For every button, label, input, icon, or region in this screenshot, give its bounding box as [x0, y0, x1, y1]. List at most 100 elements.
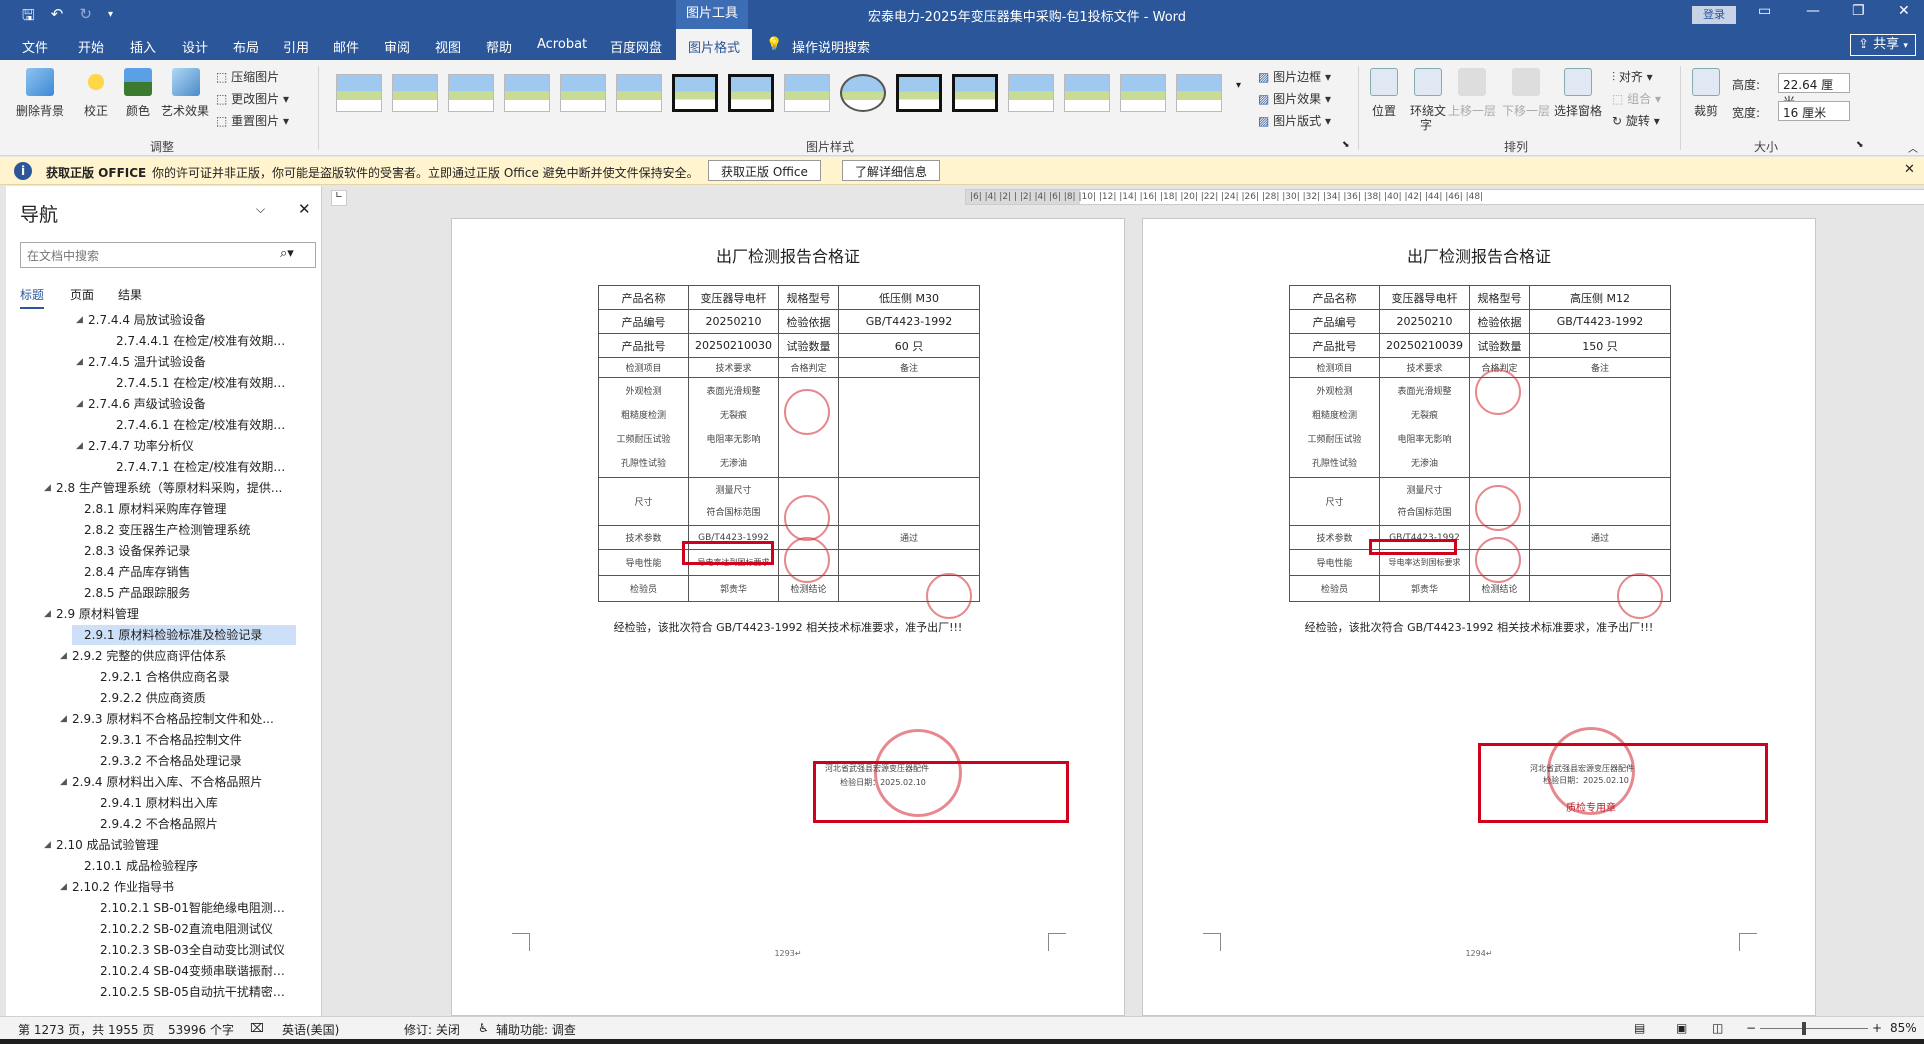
- artistic-effects-button[interactable]: 艺术效果: [161, 102, 209, 119]
- read-mode-icon[interactable]: ▤: [1634, 1021, 1645, 1035]
- tab-design[interactable]: 设计: [182, 37, 208, 56]
- word-count[interactable]: 53996 个字: [168, 1021, 234, 1038]
- send-backward-button[interactable]: 下移一层: [1502, 102, 1550, 119]
- picture-style-thumbnail[interactable]: [448, 74, 494, 112]
- page-1294[interactable]: 出厂检测报告合格证 产品名称 变压器导电杆 规格型号 高压侧 M12 产品编号 …: [1142, 218, 1816, 1016]
- nav-heading-item[interactable]: 2.10.2.4 SB-04变频串联谐振耐压...: [88, 961, 296, 981]
- close-pane-icon[interactable]: ✕: [298, 200, 311, 218]
- corrections-button[interactable]: 校正: [84, 102, 108, 119]
- chevron-down-icon[interactable]: ⌵: [256, 202, 265, 217]
- picture-effects-button[interactable]: ▨ 图片效果 ▾: [1258, 90, 1331, 107]
- collapse-triangle-icon[interactable]: ◢: [76, 436, 83, 456]
- picture-style-thumbnail[interactable]: [560, 74, 606, 112]
- nav-heading-item[interactable]: ◢ 2.7.4.5 温升试验设备: [76, 352, 296, 372]
- share-button[interactable]: ⇪ 共享 ▾: [1850, 34, 1916, 56]
- print-layout-icon[interactable]: ▣: [1676, 1021, 1687, 1035]
- tell-me-search[interactable]: 操作说明搜索: [792, 37, 870, 56]
- nav-heading-item[interactable]: 2.8.5 产品跟踪服务: [72, 583, 296, 603]
- nav-heading-item[interactable]: 2.8.2 变压器生产检测管理系统: [72, 520, 296, 540]
- tab-review[interactable]: 审阅: [384, 37, 410, 56]
- nav-heading-item[interactable]: ◢ 2.9 原材料管理: [44, 604, 296, 624]
- nav-heading-item[interactable]: ◢ 2.10 成品试验管理: [44, 835, 296, 855]
- get-genuine-button[interactable]: 获取正版 Office: [708, 160, 821, 181]
- nav-heading-item[interactable]: ◢ 2.7.4.4 局放试验设备: [76, 310, 296, 330]
- nav-heading-item[interactable]: 2.7.4.6.1 在检定/校准有效期内...: [104, 415, 296, 435]
- ribbon-display-icon[interactable]: ▭: [1758, 3, 1771, 19]
- picture-style-thumbnail[interactable]: [336, 74, 382, 112]
- bring-forward-button[interactable]: 上移一层: [1448, 102, 1496, 119]
- nav-heading-item[interactable]: 2.8.4 产品库存销售: [72, 562, 296, 582]
- close-window-icon[interactable]: ✕: [1898, 3, 1910, 19]
- horizontal-ruler[interactable]: |6| |4| |2| | |2| |4| |6| |8| |10| |12| …: [965, 189, 1924, 205]
- nav-heading-item[interactable]: 2.9.2.2 供应商资质: [88, 688, 296, 708]
- picture-style-thumbnail[interactable]: [896, 74, 942, 112]
- nav-heading-item[interactable]: 2.9.3.1 不合格品控制文件: [88, 730, 296, 750]
- zoom-out-icon[interactable]: −: [1746, 1021, 1756, 1035]
- nav-heading-item[interactable]: 2.9.4.2 不合格品照片: [88, 814, 296, 834]
- collapse-triangle-icon[interactable]: ◢: [44, 835, 51, 855]
- tab-acrobat[interactable]: Acrobat: [537, 37, 587, 52]
- collapse-triangle-icon[interactable]: ◢: [60, 646, 67, 666]
- collapse-ribbon-icon[interactable]: ︿: [1908, 140, 1918, 155]
- tab-selector-icon[interactable]: ∟: [331, 190, 347, 206]
- color-icon[interactable]: [124, 68, 152, 96]
- collapse-triangle-icon[interactable]: ◢: [60, 709, 67, 729]
- remove-background-button[interactable]: 删除背景: [16, 102, 64, 119]
- tab-layout[interactable]: 布局: [233, 37, 259, 56]
- picture-style-thumbnail[interactable]: [392, 74, 438, 112]
- nav-heading-item[interactable]: 2.10.1 成品检验程序: [72, 856, 296, 876]
- search-icon[interactable]: ⌕▾: [280, 246, 294, 261]
- nav-heading-item[interactable]: 2.10.2.3 SB-03全自动变比测试仪: [88, 940, 296, 960]
- nav-heading-item[interactable]: 2.7.4.5.1 在检定/校准有效期内...: [104, 373, 296, 393]
- track-changes[interactable]: 修订: 关闭: [404, 1021, 460, 1038]
- nav-heading-item[interactable]: ◢ 2.7.4.6 声级试验设备: [76, 394, 296, 414]
- zoom-level[interactable]: 85%: [1890, 1021, 1917, 1035]
- picture-style-thumbnail[interactable]: [840, 74, 886, 112]
- tab-mailings[interactable]: 邮件: [333, 37, 359, 56]
- tab-references[interactable]: 引用: [283, 37, 309, 56]
- proofing-icon[interactable]: ⌧: [250, 1021, 264, 1035]
- nav-heading-item[interactable]: 2.10.2.1 SB-01智能绝缘电阻测试仪: [88, 898, 296, 918]
- collapse-triangle-icon[interactable]: ◢: [44, 604, 51, 624]
- rotate-button[interactable]: ↻ 旋转 ▾: [1612, 112, 1660, 129]
- nav-heading-item[interactable]: 2.8.1 原材料采购库存管理: [72, 499, 296, 519]
- tab-headings[interactable]: 标题: [20, 286, 45, 309]
- tab-file[interactable]: 文件: [22, 37, 48, 56]
- crop-button[interactable]: 裁剪: [1694, 102, 1718, 119]
- wrap-text-icon[interactable]: [1414, 68, 1442, 96]
- selection-pane-icon[interactable]: [1564, 68, 1592, 96]
- tab-baidu-netdisk[interactable]: 百度网盘: [610, 37, 662, 56]
- position-icon[interactable]: [1370, 68, 1398, 96]
- nav-heading-item[interactable]: ◢ 2.9.2 完整的供应商评估体系: [60, 646, 296, 666]
- picture-style-thumbnail[interactable]: [728, 74, 774, 112]
- learn-more-button[interactable]: 了解详细信息: [842, 160, 941, 181]
- picture-style-thumbnail[interactable]: [672, 74, 718, 112]
- tab-help[interactable]: 帮助: [486, 37, 512, 56]
- collapse-triangle-icon[interactable]: ◢: [76, 352, 83, 372]
- picture-style-thumbnail[interactable]: [616, 74, 662, 112]
- nav-heading-item[interactable]: ◢ 2.7.4.7 功率分析仪: [76, 436, 296, 456]
- nav-heading-item[interactable]: 2.10.2.2 SB-02直流电阻测试仪: [88, 919, 296, 939]
- selection-pane-button[interactable]: 选择窗格: [1554, 102, 1602, 119]
- zoom-slider[interactable]: [1760, 1028, 1868, 1029]
- picture-layout-button[interactable]: ▨ 图片版式 ▾: [1258, 112, 1331, 129]
- nav-heading-item[interactable]: 2.9.1 原材料检验标准及检验记录: [72, 625, 296, 645]
- page-1293[interactable]: 出厂检测报告合格证 产品名称 变压器导电杆 规格型号 低压侧 M30 产品编号 …: [451, 218, 1125, 1016]
- sun-icon[interactable]: [82, 68, 110, 96]
- nav-search-input[interactable]: 在文档中搜索: [20, 242, 316, 268]
- dialog-launcher-icon[interactable]: ⬊: [1342, 140, 1350, 150]
- tab-view[interactable]: 视图: [435, 37, 461, 56]
- nav-heading-item[interactable]: ◢ 2.8 生产管理系统（等原材料采购，提供...: [44, 478, 296, 498]
- page-count[interactable]: 第 1273 页，共 1955 页: [18, 1021, 154, 1038]
- bring-forward-icon[interactable]: [1458, 68, 1486, 96]
- tab-insert[interactable]: 插入: [130, 37, 156, 56]
- nav-heading-item[interactable]: 2.10.2.5 SB-05自动抗干扰精密介...: [88, 982, 296, 1002]
- nav-heading-item[interactable]: 2.8.3 设备保养记录: [72, 541, 296, 561]
- picture-style-thumbnail[interactable]: [504, 74, 550, 112]
- tab-results[interactable]: 结果: [118, 286, 142, 303]
- picture-style-thumbnail[interactable]: [1008, 74, 1054, 112]
- gallery-more-icon[interactable]: ▾: [1236, 80, 1241, 91]
- color-button[interactable]: 颜色: [126, 102, 150, 119]
- group-button[interactable]: ⬚ 组合 ▾: [1612, 90, 1661, 107]
- collapse-triangle-icon[interactable]: ◢: [76, 310, 83, 330]
